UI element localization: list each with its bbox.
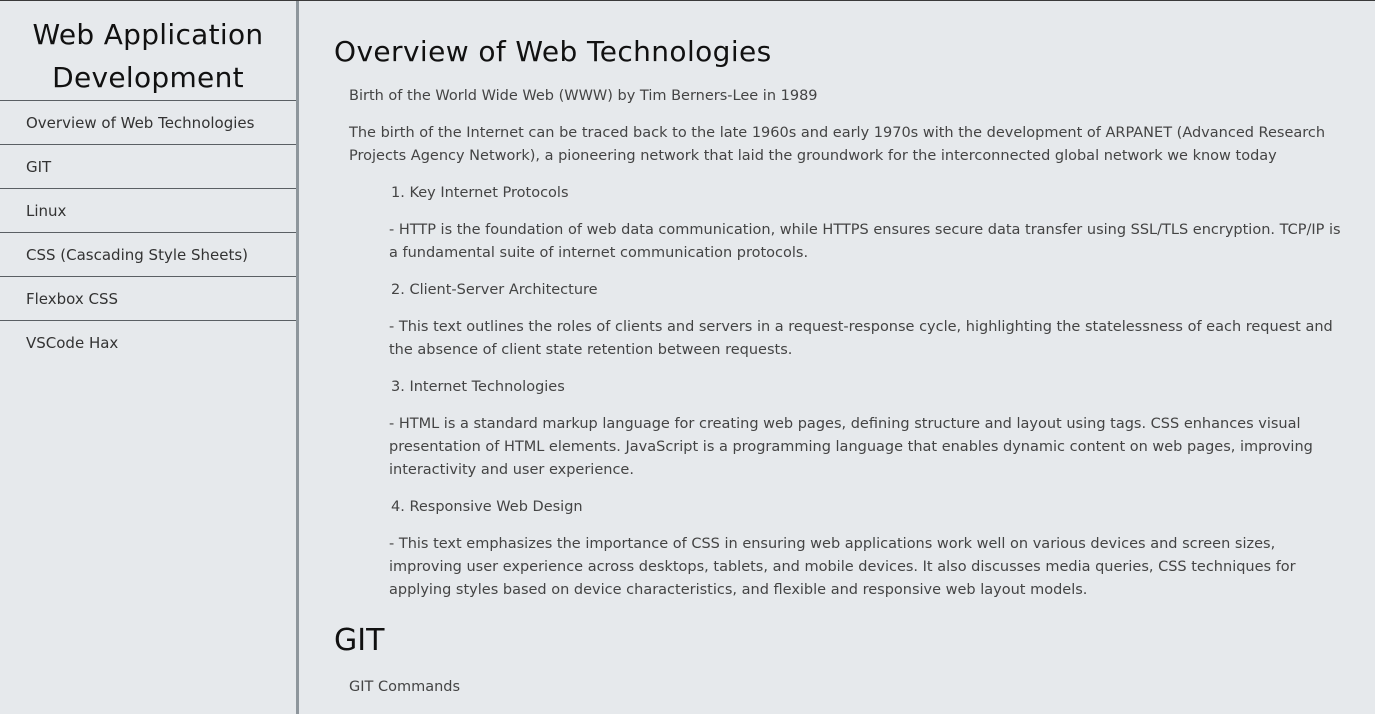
topic-heading: 1. Key Internet Protocols (391, 185, 569, 201)
sidebar-item-css[interactable]: CSS (Cascading Style Sheets) (0, 233, 296, 277)
sidebar-item-flexbox[interactable]: Flexbox CSS (0, 277, 296, 321)
sidebar-item-git[interactable]: GIT (0, 145, 296, 189)
topic-description: - This text emphasizes the importance of… (389, 536, 1296, 598)
overview-lead: Birth of the World Wide Web (WWW) by Tim… (349, 88, 818, 104)
git-title: GIT (334, 623, 385, 658)
sidebar-item-vscode-hax[interactable]: VSCode Hax (0, 321, 296, 365)
topic-heading: 3. Internet Technologies (391, 379, 565, 395)
topic-description: - HTML is a standard markup language for… (389, 416, 1313, 478)
overview-intro: The birth of the Internet can be traced … (349, 125, 1326, 164)
topic-heading: 4. Responsive Web Design (391, 499, 583, 515)
app-window: Web Application Development Overview of … (0, 0, 1375, 714)
topic-description: - HTTP is the foundation of web data com… (389, 222, 1341, 261)
topic-heading: 2. Client-Server Architecture (391, 282, 598, 298)
git-section: GIT GIT Commands (334, 622, 1345, 699)
overview-title: Overview of Web Technologies (334, 35, 772, 68)
sidebar-item-linux[interactable]: Linux (0, 189, 296, 233)
sidebar-item-overview[interactable]: Overview of Web Technologies (0, 101, 296, 145)
git-lead: GIT Commands (349, 679, 461, 695)
main-content: Overview of Web Technologies Birth of th… (299, 1, 1375, 714)
sidebar: Web Application Development Overview of … (0, 1, 299, 714)
site-title: Web Application Development (0, 1, 296, 101)
overview-section: Overview of Web Technologies Birth of th… (334, 1, 1345, 602)
topic-description: - This text outlines the roles of client… (389, 319, 1333, 358)
